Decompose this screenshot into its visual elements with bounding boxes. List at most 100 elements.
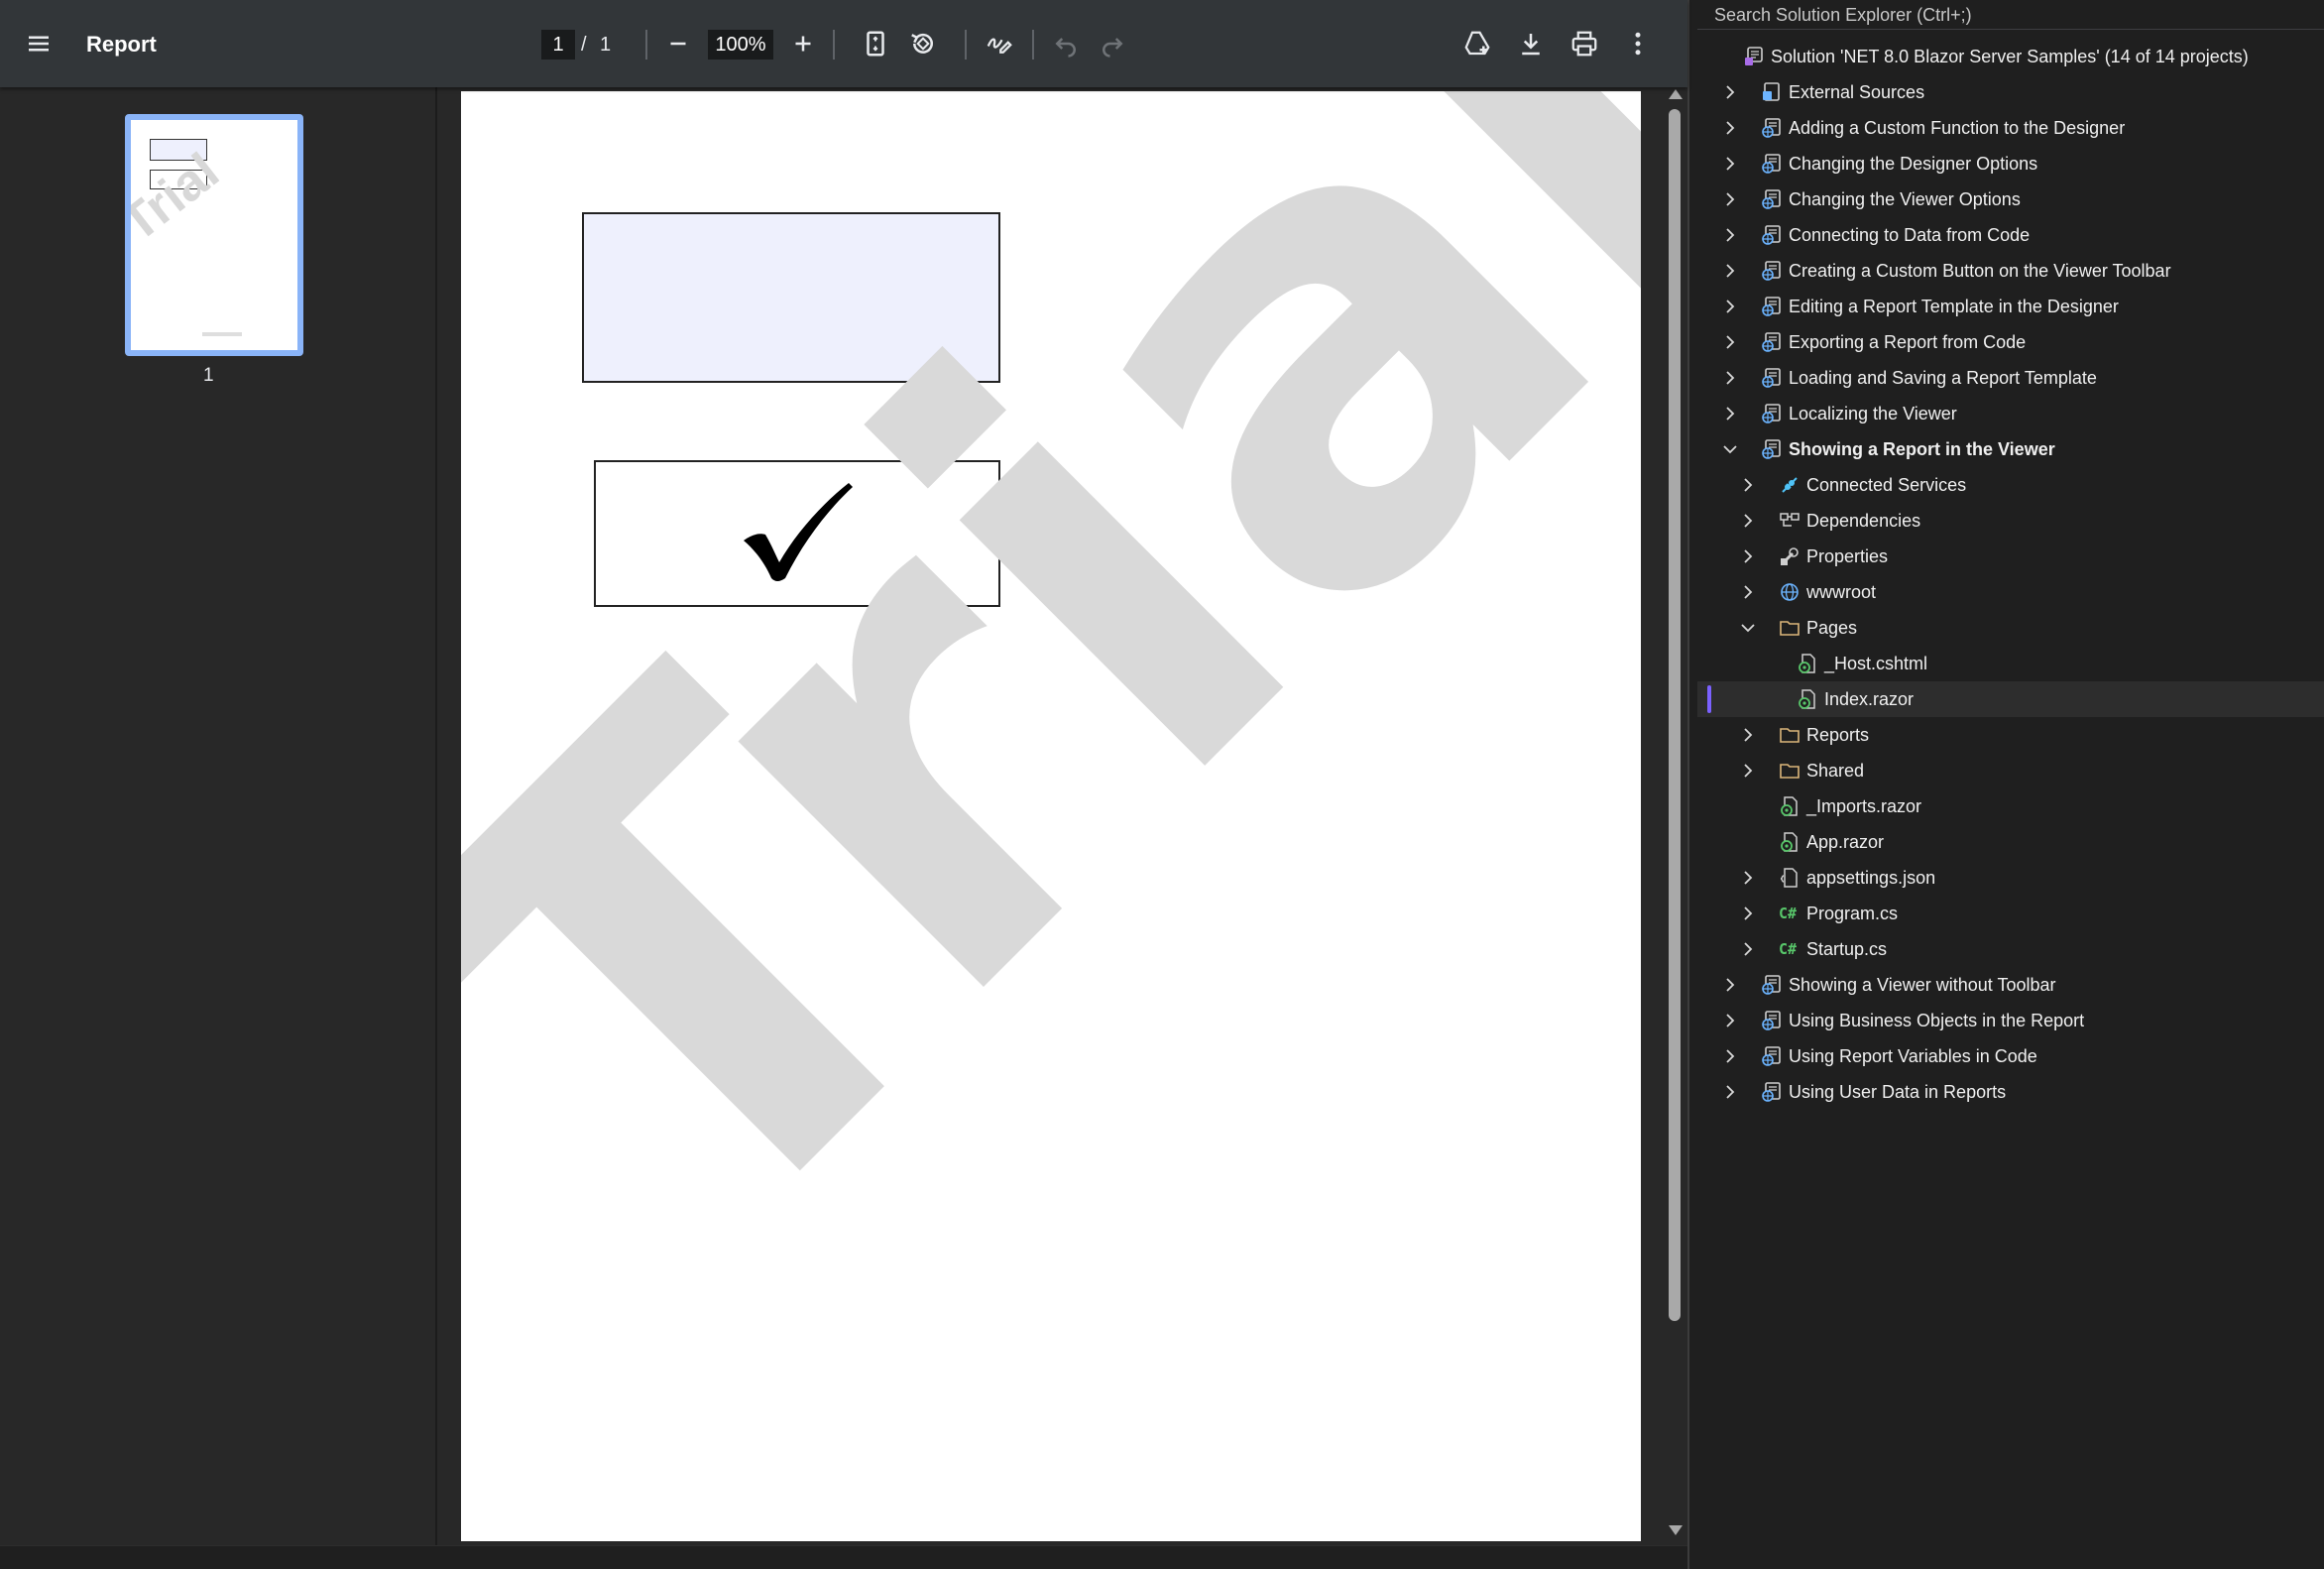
web-project-icon: [1761, 260, 1783, 282]
tree-item[interactable]: Using User Data in Reports: [1697, 1074, 2324, 1110]
scroll-up-arrow-icon[interactable]: [1669, 89, 1683, 99]
scroll-down-arrow-icon[interactable]: [1669, 1525, 1683, 1535]
tree-item[interactable]: Connected Services: [1697, 467, 2324, 503]
chevron-right-icon[interactable]: [1739, 905, 1757, 922]
chevron-right-icon[interactable]: [1721, 298, 1739, 315]
more-options-icon[interactable]: [1618, 24, 1658, 63]
chevron-down-icon[interactable]: [1739, 619, 1757, 637]
checkmark-icon: [744, 483, 853, 581]
fit-to-page-icon[interactable]: [856, 24, 895, 63]
toolbar-divider: [965, 30, 967, 60]
chevron-right-icon[interactable]: [1721, 976, 1739, 994]
zoom-in-icon[interactable]: [783, 24, 823, 63]
annotate-icon[interactable]: [980, 24, 1019, 63]
tree-item[interactable]: Solution 'NET 8.0 Blazor Server Samples'…: [1697, 39, 2324, 74]
tree-item-label: Connected Services: [1806, 475, 1967, 495]
page-count: 1: [600, 34, 612, 56]
tree-item[interactable]: Showing a Report in the Viewer: [1697, 431, 2324, 467]
chevron-right-icon[interactable]: [1739, 583, 1757, 601]
tree-item[interactable]: Changing the Viewer Options: [1697, 181, 2324, 217]
vertical-scrollbar[interactable]: [1664, 87, 1685, 1545]
redo-icon[interactable]: [1093, 24, 1132, 63]
chevron-right-icon[interactable]: [1739, 940, 1757, 958]
save-to-drive-icon[interactable]: [1457, 24, 1497, 63]
json-file-icon: [1779, 867, 1801, 889]
print-icon[interactable]: [1565, 24, 1604, 63]
tree-item[interactable]: wwwroot: [1697, 574, 2324, 610]
chevron-right-icon[interactable]: [1739, 762, 1757, 780]
zoom-level-input[interactable]: 100%: [708, 30, 773, 60]
chevron-right-icon[interactable]: [1721, 369, 1739, 387]
rotate-icon[interactable]: [903, 24, 943, 63]
download-icon[interactable]: [1511, 24, 1551, 63]
chevron-right-icon[interactable]: [1721, 1047, 1739, 1065]
thumbnail-pane: Trial 1: [0, 87, 437, 1545]
chevron-right-icon[interactable]: [1721, 262, 1739, 280]
tree-item[interactable]: App.razor: [1697, 824, 2324, 860]
tree-item[interactable]: appsettings.json: [1697, 860, 2324, 896]
tree-item[interactable]: Connecting to Data from Code: [1697, 217, 2324, 253]
chevron-right-icon[interactable]: [1721, 83, 1739, 101]
tree-item[interactable]: Properties: [1697, 539, 2324, 574]
tree-item[interactable]: Using Report Variables in Code: [1697, 1038, 2324, 1074]
chevron-right-icon[interactable]: [1739, 512, 1757, 530]
tree-item[interactable]: Index.razor: [1697, 681, 2324, 717]
tree-item[interactable]: _Host.cshtml: [1697, 646, 2324, 681]
pane-splitter[interactable]: [1687, 0, 1697, 1569]
chevron-right-icon[interactable]: [1721, 190, 1739, 208]
properties-icon: [1779, 545, 1801, 567]
tree-item[interactable]: _Imports.razor: [1697, 788, 2324, 824]
chevron-right-icon[interactable]: [1721, 1083, 1739, 1101]
chevron-right-icon[interactable]: [1739, 547, 1757, 565]
tree-item[interactable]: Adding a Custom Function to the Designer: [1697, 110, 2324, 146]
chevron-down-icon[interactable]: [1721, 440, 1739, 458]
folder-icon: [1779, 724, 1801, 746]
tree-item-label: Program.cs: [1806, 904, 1899, 923]
solution-explorer-search[interactable]: Search Solution Explorer (Ctrl+;): [1697, 0, 2324, 30]
tree-item[interactable]: Localizing the Viewer: [1697, 396, 2324, 431]
tree-item[interactable]: Exporting a Report from Code: [1697, 324, 2324, 360]
web-project-icon: [1761, 403, 1783, 424]
tree-item[interactable]: Loading and Saving a Report Template: [1697, 360, 2324, 396]
report-checkbox: [594, 460, 1000, 607]
tree-item[interactable]: Showing a Viewer without Toolbar: [1697, 967, 2324, 1003]
tree-item-label: Editing a Report Template in the Designe…: [1789, 297, 2119, 316]
undo-icon[interactable]: [1046, 24, 1086, 63]
tree-item[interactable]: External Sources: [1697, 74, 2324, 110]
scrollbar-thumb[interactable]: [1669, 109, 1681, 1321]
folder-icon: [1779, 617, 1801, 639]
page-thumbnail[interactable]: Trial: [125, 114, 303, 356]
search-input[interactable]: Search Solution Explorer (Ctrl+;): [1714, 4, 1972, 26]
chevron-right-icon[interactable]: [1721, 405, 1739, 422]
chevron-right-icon[interactable]: [1739, 869, 1757, 887]
tree-item[interactable]: Creating a Custom Button on the Viewer T…: [1697, 253, 2324, 289]
tree-item-label: Using Business Objects in the Report: [1789, 1011, 2085, 1030]
tree-item[interactable]: Changing the Designer Options: [1697, 146, 2324, 181]
web-project-icon: [1761, 331, 1783, 353]
chevron-right-icon[interactable]: [1739, 726, 1757, 744]
tree-item[interactable]: Shared: [1697, 753, 2324, 788]
tree-item[interactable]: Using Business Objects in the Report: [1697, 1003, 2324, 1038]
menu-icon[interactable]: [19, 24, 58, 63]
tree-item-label: Properties: [1806, 546, 1889, 566]
chevron-right-icon[interactable]: [1721, 155, 1739, 173]
tree-item[interactable]: Dependencies: [1697, 503, 2324, 539]
web-project-icon: [1761, 296, 1783, 317]
tree-item[interactable]: Reports: [1697, 717, 2324, 753]
tree-item[interactable]: C# Startup.cs: [1697, 931, 2324, 967]
tree-item[interactable]: Pages: [1697, 610, 2324, 646]
csharp-file-icon: C#: [1779, 905, 1798, 922]
page-number-input[interactable]: 1: [541, 30, 575, 60]
chevron-right-icon[interactable]: [1721, 226, 1739, 244]
chevron-right-icon[interactable]: [1721, 333, 1739, 351]
chevron-right-icon[interactable]: [1739, 476, 1757, 494]
tree-item-label: Pages: [1806, 618, 1858, 638]
tree-item-label: Dependencies: [1806, 511, 1921, 531]
tree-item-label: Index.razor: [1824, 689, 1915, 709]
tree-item[interactable]: C# Program.cs: [1697, 896, 2324, 931]
zoom-out-icon[interactable]: [658, 24, 698, 63]
tree-item[interactable]: Editing a Report Template in the Designe…: [1697, 289, 2324, 324]
chevron-right-icon[interactable]: [1721, 119, 1739, 137]
chevron-right-icon[interactable]: [1721, 1012, 1739, 1029]
tree-item-label: Exporting a Report from Code: [1789, 332, 2027, 352]
